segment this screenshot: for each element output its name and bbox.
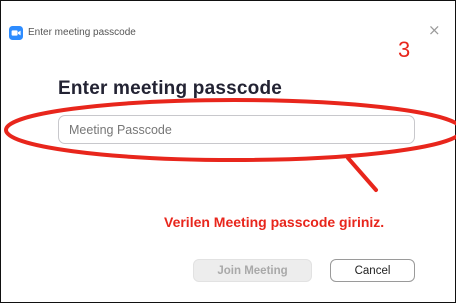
join-meeting-button[interactable]: Join Meeting (193, 259, 312, 282)
dialog-heading: Enter meeting passcode (58, 78, 283, 99)
passcode-dialog-window: Enter meeting passcode × 3 Enter meeting… (0, 0, 456, 303)
zoom-camera-icon (9, 26, 23, 40)
close-icon[interactable]: × (428, 21, 441, 39)
cancel-button[interactable]: Cancel (330, 259, 415, 282)
meeting-passcode-input[interactable] (58, 115, 415, 144)
window-title: Enter meeting passcode (28, 27, 136, 38)
annotation-step-number: 3 (398, 37, 411, 62)
annotation-note: Verilen Meeting passcode giriniz. (164, 214, 385, 230)
